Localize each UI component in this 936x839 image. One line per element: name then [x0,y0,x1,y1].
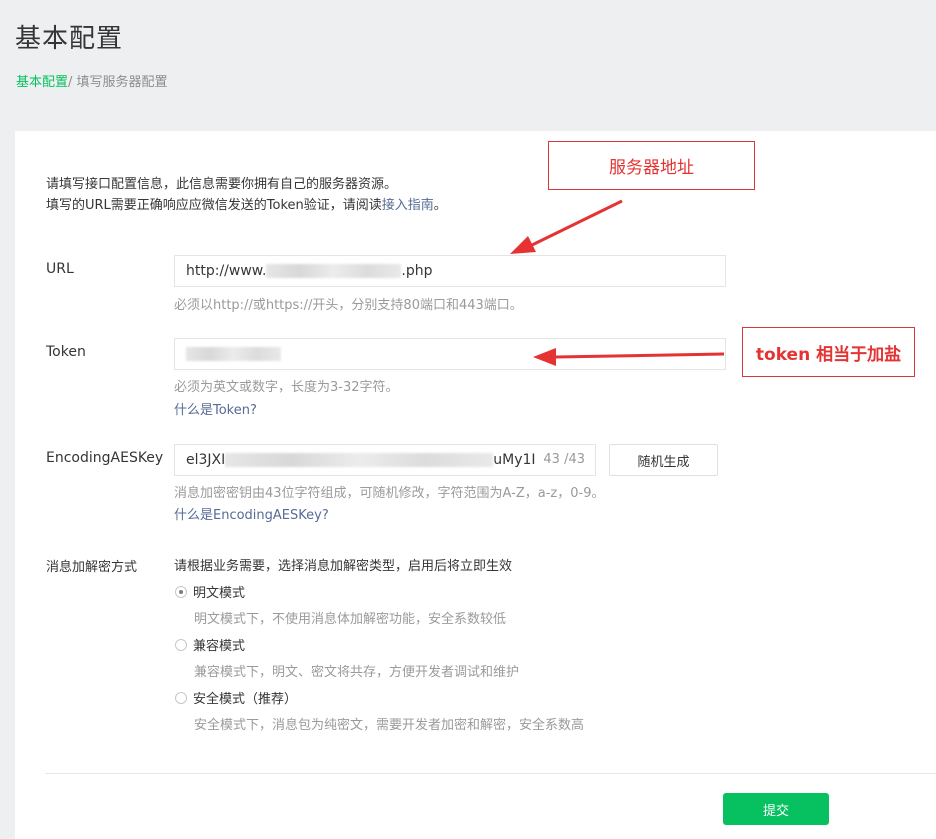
annotation-arrows [510,199,725,366]
arrow-to-url-icon [510,199,623,254]
arrow-to-token-icon [533,348,725,366]
